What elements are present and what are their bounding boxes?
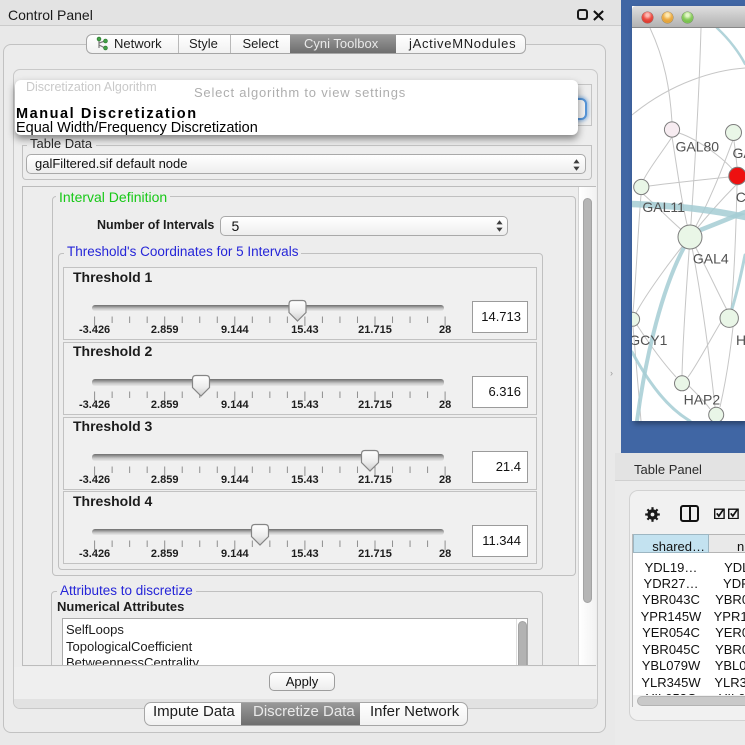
- svg-text:GAL11: GAL11: [642, 199, 685, 215]
- svg-text:GCY1: GCY1: [632, 332, 668, 348]
- svg-text:GAL4: GAL4: [693, 251, 729, 267]
- svg-text:HAP2: HAP2: [684, 392, 721, 408]
- svg-text:C: C: [736, 189, 745, 205]
- svg-text:GA: GA: [733, 145, 745, 161]
- svg-text:GAL80: GAL80: [676, 139, 720, 155]
- svg-text:H: H: [736, 332, 745, 348]
